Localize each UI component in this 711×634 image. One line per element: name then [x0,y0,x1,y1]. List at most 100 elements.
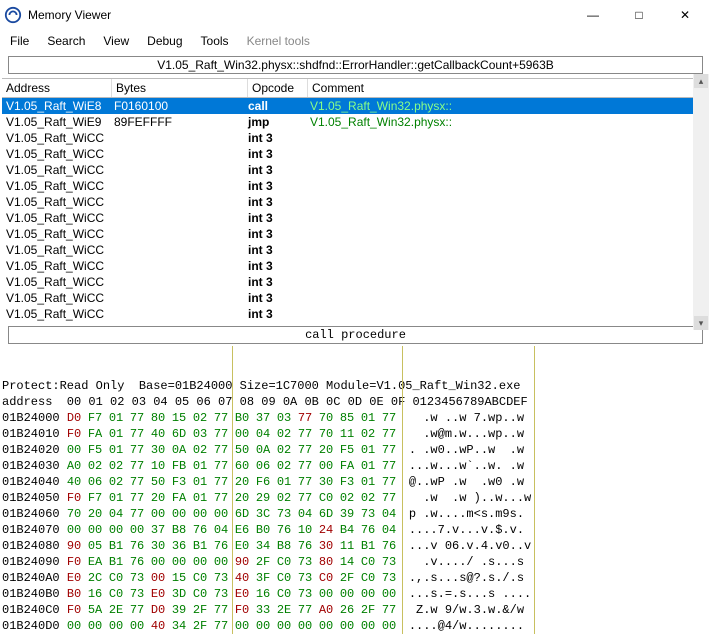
disasm-comment [310,195,705,209]
hex-row[interactable]: 01B24090 F0EAB17600000000902FC0738014C07… [2,554,709,570]
disasm-row[interactable]: V1.05_Raft_WiCC int 3 [2,242,709,258]
disasm-row[interactable]: V1.05_Raft_WiE8F0160100callV1.05_Raft_Wi… [2,98,709,114]
disasm-scrollbar[interactable]: ▴ ▾ [693,74,709,330]
disasm-address: V1.05_Raft_WiE8 [6,99,114,113]
disasm-comment: V1.05_Raft_Win32.physx:: [310,115,705,129]
disasm-comment [310,147,705,161]
hex-view[interactable]: Protect:Read Only Base=01B24000 Size=1C7… [2,346,709,634]
disasm-row[interactable]: V1.05_Raft_WiCCint 3 [2,306,709,322]
disasm-address: V1.05_Raft_WiCC [6,291,114,305]
disasm-bytes [114,163,248,177]
disasm-bytes: F0160100 [114,99,248,113]
hex-row[interactable]: 01B24080 9005B1763036B176E034B8763011B17… [2,538,709,554]
disasm-bytes [114,131,248,145]
disasm-comment [310,211,705,225]
disasm-row[interactable]: V1.05_Raft_WiE989FEFFFFjmpV1.05_Raft_Win… [2,114,709,130]
disasm-row[interactable]: V1.05_Raft_WiCC int 3 [2,290,709,306]
disasm-bytes [114,179,248,193]
disasm-row[interactable]: V1.05_Raft_WiCC int 3 [2,146,709,162]
hex-row[interactable]: 01B240C0 F05A2E77D0392F77F0332E77A0262F7… [2,602,709,618]
disasm-row[interactable]: V1.05_Raft_WiCCint 3 [2,274,709,290]
hex-row[interactable]: 01B240B0 B016C073E03DC073E016C0730000000… [2,586,709,602]
disasm-comment [310,227,705,241]
disasm-row[interactable]: V1.05_Raft_WiCC int 3 [2,194,709,210]
hex-row[interactable]: 01B24060 70200477000000006D3C73046D39730… [2,506,709,522]
disasm-row[interactable]: V1.05_Raft_WiCCint 3 [2,162,709,178]
disasm-comment [310,179,705,193]
hex-row[interactable]: 01B24010 F0FA0177406D0377000402777011027… [2,426,709,442]
hex-row[interactable]: 01B240A0 E02CC0730015C073403FC073C02FC07… [2,570,709,586]
close-button[interactable]: ✕ [663,1,707,29]
hex-row[interactable]: 01B240D0 0000000040342F77000000000000000… [2,618,709,634]
disasm-row[interactable]: V1.05_Raft_WiCCint 3 [2,258,709,274]
disasm-address: V1.05_Raft_WiCC [6,259,114,273]
disasm-comment [310,275,705,289]
menu-debug[interactable]: Debug [147,34,182,48]
disasm-opcode: jmp [248,115,310,129]
disasm-address: V1.05_Raft_WiCC [6,179,114,193]
minimize-button[interactable]: — [571,1,615,29]
disasm-row[interactable]: V1.05_Raft_WiCCint 3 [2,226,709,242]
hex-row[interactable]: 01B24000 D0F7017780150277B03703777085017… [2,410,709,426]
header-opcode[interactable]: Opcode [248,79,308,97]
disasm-opcode: int 3 [248,163,310,177]
disasm-address: V1.05_Raft_WiCC [6,227,114,241]
app-icon [4,6,22,24]
disasm-row[interactable]: V1.05_Raft_WiCCint 3 [2,178,709,194]
hex-header: address 00 01 02 03 04 05 06 07 08 09 0A… [2,394,709,410]
menu-search[interactable]: Search [47,34,85,48]
disasm-comment [310,243,705,257]
disasm-row[interactable]: V1.05_Raft_WiCC int 3 [2,210,709,226]
menu-tools[interactable]: Tools [201,34,229,48]
disasm-address: V1.05_Raft_WiCC [6,131,114,145]
window-title: Memory Viewer [28,8,571,22]
disasm-opcode: int 3 [248,291,310,305]
disasm-row[interactable]: V1.05_Raft_WiCCint 3 [2,130,709,146]
disasm-header: Address Bytes Opcode Comment [2,78,709,98]
disasm-opcode: int 3 [248,195,310,209]
disasm-opcode: int 3 [248,211,310,225]
disasm-bytes [114,243,248,257]
disasm-opcode: int 3 [248,147,310,161]
address-location[interactable]: V1.05_Raft_Win32.physx::shdfnd::ErrorHan… [8,56,703,74]
disasm-bytes [114,147,248,161]
hex-row[interactable]: 01B24070 0000000037B87604E6B0761024B4760… [2,522,709,538]
scroll-down-icon[interactable]: ▾ [694,316,708,330]
header-comment[interactable]: Comment [308,79,709,97]
hex-row[interactable]: 01B24030 A002027710FB01776006027700FA017… [2,458,709,474]
disasm-bytes [114,211,248,225]
disasm-address: V1.05_Raft_WiCC [6,195,114,209]
disasm-address: V1.05_Raft_WiE9 [6,115,114,129]
menu-kernel-tools[interactable]: Kernel tools [247,34,310,48]
disasm-bytes [114,291,248,305]
disasm-address: V1.05_Raft_WiCC [6,147,114,161]
disasm-opcode: int 3 [248,243,310,257]
hex-info: Protect:Read Only Base=01B24000 Size=1C7… [2,378,709,394]
disasm-bytes [114,275,248,289]
hex-row[interactable]: 01B24040 4006027750F3017720F6017730F3017… [2,474,709,490]
disasm-comment [310,131,705,145]
header-bytes[interactable]: Bytes [112,79,248,97]
menubar: File Search View Debug Tools Kernel tool… [0,30,711,54]
disasm-address: V1.05_Raft_WiCC [6,211,114,225]
disasm-opcode: call [248,99,310,113]
header-address[interactable]: Address [2,79,112,97]
titlebar: Memory Viewer — □ ✕ [0,0,711,30]
scroll-up-icon[interactable]: ▴ [694,74,708,88]
hex-row[interactable]: 01B24020 00F50177300A0277500A027720F5017… [2,442,709,458]
disasm-comment [310,291,705,305]
disasm-bytes: 89FEFFFF [114,115,248,129]
disasm-bytes [114,307,248,321]
disasm-body[interactable]: V1.05_Raft_WiE8F0160100callV1.05_Raft_Wi… [2,98,709,322]
disasm-bytes [114,259,248,273]
disasm-comment [310,307,705,321]
hex-row[interactable]: 01B24050 F0F7017720FA017720290277C002027… [2,490,709,506]
maximize-button[interactable]: □ [617,1,661,29]
disasm-opcode: int 3 [248,307,310,321]
disasm-address: V1.05_Raft_WiCC [6,243,114,257]
disasm-comment [310,259,705,273]
menu-view[interactable]: View [103,34,129,48]
menu-file[interactable]: File [10,34,29,48]
call-procedure-bar[interactable]: call procedure [8,326,703,344]
disasm-comment [310,163,705,177]
